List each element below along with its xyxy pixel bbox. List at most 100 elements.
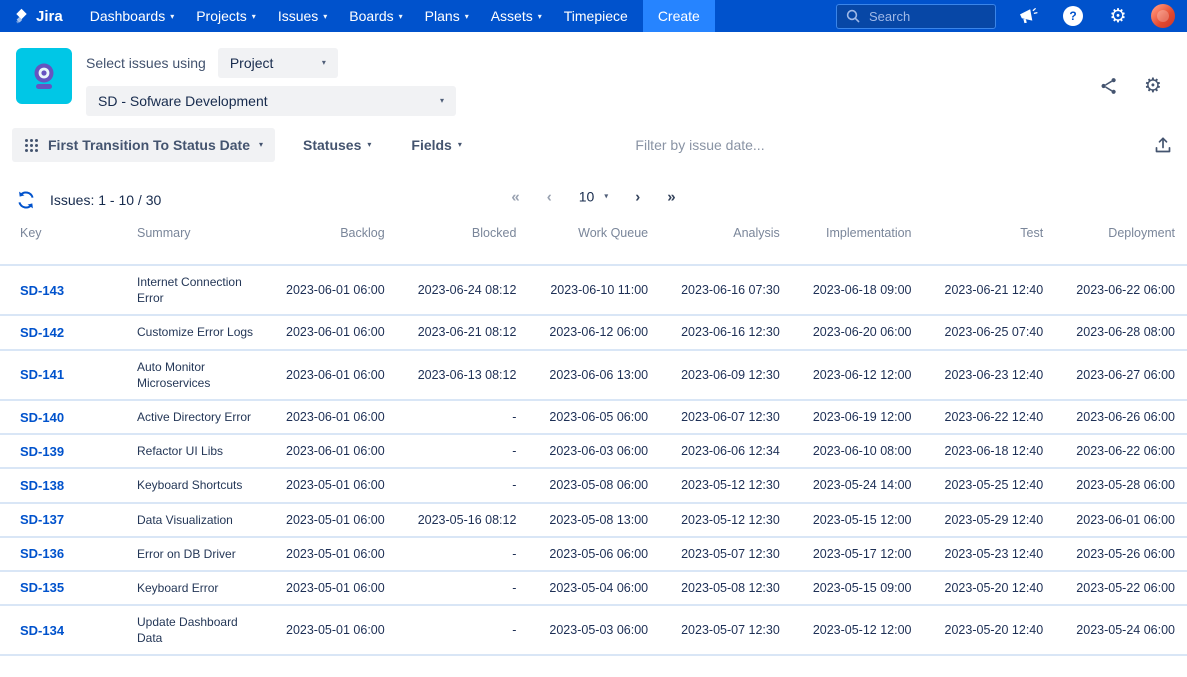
- gadget-header: Select issues using Project ▾ SD - Sofwa…: [0, 32, 1187, 124]
- fields-button[interactable]: Fields ▾: [411, 137, 461, 153]
- announcement-icon[interactable]: [1016, 4, 1040, 28]
- issue-key-link[interactable]: SD-143: [20, 283, 64, 298]
- issue-key-link[interactable]: SD-135: [20, 580, 64, 595]
- last-page-button[interactable]: »: [667, 189, 675, 204]
- issue-key-link[interactable]: SD-141: [20, 367, 64, 382]
- date-cell: -: [396, 433, 529, 469]
- date-cell: 2023-06-13 08:12: [396, 348, 529, 400]
- brand-name: Jira: [36, 7, 63, 25]
- table-row: SD-142 Customize Error Logs 2023-06-01 06:…: [0, 314, 1187, 350]
- grid-icon: [25, 138, 38, 152]
- prev-page-button[interactable]: ‹: [547, 189, 552, 204]
- field-selector-label: First Transition To Status Date: [48, 137, 250, 153]
- date-cell: 2023-05-20 12:40: [923, 569, 1056, 606]
- crystal-ball-icon: [34, 63, 54, 89]
- date-cell: 2023-05-03 06:00: [528, 604, 661, 657]
- nav-item-label: Projects: [196, 8, 247, 24]
- nav-item-plans[interactable]: Plans ▾: [414, 0, 480, 32]
- nav-item-label: Boards: [349, 8, 394, 24]
- nav-item-dashboards[interactable]: Dashboards ▾: [79, 0, 186, 32]
- page-size-select[interactable]: 10 ▾: [579, 189, 609, 205]
- summary-cell: Internet Connection Error: [137, 263, 265, 316]
- nav-item-assets[interactable]: Assets ▾: [480, 0, 553, 32]
- summary-cell: Customize Error Logs: [137, 314, 265, 350]
- date-cell: 2023-06-20 06:00: [791, 314, 924, 350]
- chevron-down-icon: ▾: [251, 11, 256, 21]
- chevron-down-icon: ▾: [439, 96, 444, 105]
- next-page-button[interactable]: ›: [635, 189, 640, 204]
- date-cell: 2023-05-01 06:00: [265, 535, 397, 571]
- date-cell: 2023-05-23 12:40: [923, 535, 1056, 571]
- issue-key-link[interactable]: SD-134: [20, 623, 64, 638]
- issue-key-link[interactable]: SD-140: [20, 410, 64, 425]
- table-row: SD-141 Auto Monitor Microservices 2023-06-…: [0, 348, 1187, 400]
- issue-key-link[interactable]: SD-142: [20, 325, 64, 340]
- export-icon[interactable]: [1151, 133, 1175, 157]
- search-box: [836, 3, 996, 29]
- date-cell: 2023-06-27 06:00: [1055, 348, 1187, 400]
- nav-item-projects[interactable]: Projects ▾: [185, 0, 267, 32]
- project-select[interactable]: SD - Sofware Development ▾: [86, 86, 456, 116]
- statuses-button[interactable]: Statuses ▾: [303, 137, 371, 153]
- settings-icon[interactable]: ⚙: [1106, 4, 1130, 28]
- date-cell: 2023-06-06 12:34: [660, 433, 792, 469]
- nav-item-label: Timepiece: [563, 8, 628, 24]
- issue-key-link[interactable]: SD-137: [20, 512, 64, 527]
- nav-actions: ? ⚙: [1016, 4, 1175, 28]
- date-cell: 2023-05-01 06:00: [265, 604, 397, 657]
- issue-source-value: Project: [229, 55, 274, 71]
- nav-item-issues[interactable]: Issues ▾: [267, 0, 338, 32]
- key-cell: SD-141: [0, 348, 137, 400]
- first-page-button[interactable]: «: [511, 189, 519, 204]
- user-avatar[interactable]: [1151, 4, 1175, 28]
- search-input[interactable]: [867, 7, 977, 25]
- pager: « ‹ 10 ▾ › »: [511, 189, 675, 205]
- date-cell: 2023-06-12 12:00: [791, 348, 924, 400]
- key-cell: SD-135: [0, 569, 137, 606]
- date-cell: 2023-05-07 12:30: [660, 535, 792, 571]
- help-icon[interactable]: ?: [1061, 4, 1085, 28]
- date-cell: 2023-06-07 12:30: [660, 398, 792, 435]
- key-cell: SD-139: [0, 433, 137, 469]
- date-filter-input[interactable]: Filter by issue date...: [635, 137, 764, 153]
- table-row: SD-140 Active Directory Error 2023-06-01 0…: [0, 398, 1187, 435]
- gadget-settings-icon[interactable]: ⚙: [1141, 74, 1165, 98]
- share-icon[interactable]: [1097, 74, 1121, 98]
- date-cell: 2023-05-07 12:30: [660, 604, 792, 657]
- table-row: SD-134 Update Dashboard Data 2023-05-01 06…: [0, 604, 1187, 657]
- select-issues-label: Select issues using: [86, 55, 206, 71]
- date-cell: 2023-06-26 06:00: [1055, 398, 1187, 435]
- date-cell: 2023-05-16 08:12: [396, 501, 529, 537]
- create-button[interactable]: Create: [642, 0, 715, 32]
- nav-item-label: Issues: [277, 8, 319, 24]
- chevron-down-icon: ▾: [321, 58, 326, 67]
- column-header-summary: Summary: [137, 226, 191, 240]
- date-cell: 2023-05-12 12:30: [660, 501, 792, 537]
- primary-navigation: Dashboards ▾ Projects ▾ Issues ▾ Boards ▾ Plans ▾…: [79, 0, 639, 32]
- summary-cell: Data Visualization: [137, 501, 265, 537]
- date-cell: 2023-05-04 06:00: [528, 569, 661, 606]
- table-row: SD-137 Data Visualization 2023-05-01 06:00…: [0, 501, 1187, 537]
- date-cell: 2023-06-01 06:00: [265, 398, 397, 435]
- issue-key-link[interactable]: SD-139: [20, 444, 64, 459]
- date-cell: 2023-05-28 06:00: [1055, 467, 1187, 503]
- nav-item-boards[interactable]: Boards ▾: [338, 0, 413, 32]
- issue-source-select[interactable]: Project ▾: [217, 48, 338, 78]
- date-cell: -: [396, 398, 529, 435]
- jira-logo-icon: [16, 8, 27, 23]
- issue-key-link[interactable]: SD-138: [20, 478, 64, 493]
- date-cell: 2023-06-18 12:40: [923, 433, 1056, 469]
- date-cell: 2023-05-25 12:40: [923, 467, 1056, 503]
- field-selector-button[interactable]: First Transition To Status Date ▾: [12, 128, 276, 162]
- chevron-down-icon: ▾: [464, 11, 469, 21]
- nav-item-timepiece[interactable]: Timepiece: [553, 0, 639, 32]
- issue-key-link[interactable]: SD-136: [20, 546, 64, 561]
- date-cell: 2023-06-24 08:12: [396, 263, 529, 316]
- statuses-label: Statuses: [303, 137, 362, 153]
- column-header-analysis: Analysis: [733, 226, 780, 240]
- date-cell: 2023-05-17 12:00: [791, 535, 924, 571]
- date-cell: -: [396, 535, 529, 571]
- refresh-icon[interactable]: [14, 188, 38, 212]
- issues-pagination-row: Issues: 1 - 10 / 30 « ‹ 10 ▾ › »: [0, 172, 1187, 220]
- jira-home-link[interactable]: Jira: [12, 7, 63, 26]
